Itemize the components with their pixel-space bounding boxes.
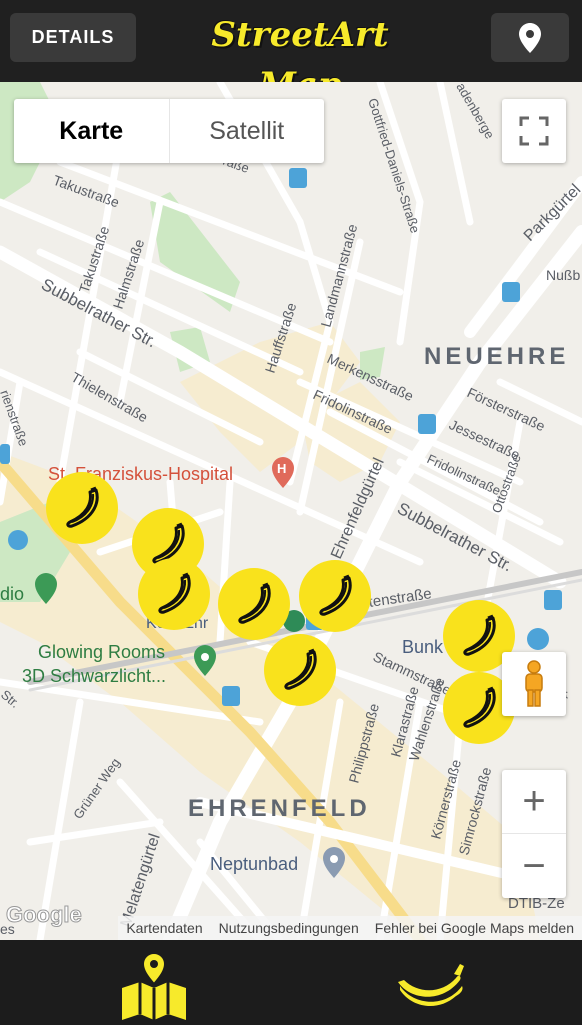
nav-banana-button[interactable] (390, 954, 470, 1014)
map-view[interactable]: Takustraße Takustraße Halmstraße Subbelr… (0, 82, 582, 940)
poi-label: dio (0, 584, 24, 604)
banana-icon (463, 686, 496, 728)
poi-label: Glowing Rooms (38, 642, 165, 662)
streetart-marker[interactable] (138, 558, 210, 630)
street-label: Thielenstraße (69, 369, 151, 426)
banana-icon (284, 648, 317, 690)
street-label: Str. (0, 687, 23, 711)
banana-icon (319, 574, 352, 616)
street-label: Grüner Weg (70, 755, 123, 821)
attribution-report-link[interactable]: Fehler bei Google Maps melden (366, 916, 582, 940)
map-type-karte-button[interactable]: Karte (14, 99, 170, 163)
poi-label: Bunk (402, 637, 444, 657)
streetart-marker[interactable] (218, 568, 290, 640)
fullscreen-button[interactable] (502, 99, 566, 163)
district-label: NEUEHRE (424, 343, 569, 370)
banana-icon (238, 582, 271, 624)
banana-icon (158, 572, 191, 614)
banana-icon (66, 486, 99, 528)
zoom-control: + − (502, 770, 566, 898)
poi-label: 3D Schwarzlicht... (22, 666, 166, 686)
district-label: EHRENFELD (188, 795, 371, 822)
streetart-marker[interactable] (264, 634, 336, 706)
details-button[interactable]: DETAILS (10, 13, 136, 62)
top-bar: DETAILS StreetArt Map (0, 0, 582, 105)
streetart-marker[interactable] (299, 560, 371, 632)
map-type-control: Karte Satellit (14, 99, 324, 163)
map-attribution: Kartendaten Nutzungsbedingungen Fehler b… (0, 916, 582, 940)
streetart-marker[interactable] (46, 472, 118, 544)
street-view-pegman-button[interactable] (502, 652, 566, 716)
attribution-terms-link[interactable]: Nutzungsbedingungen (210, 916, 367, 940)
app-title: StreetArt Map (211, 15, 389, 105)
museum-icon (527, 628, 549, 650)
poi-label: Neptunbad (210, 854, 298, 874)
bottom-nav-bar (0, 940, 582, 1024)
nav-map-button[interactable] (114, 948, 194, 1020)
street-label: adenberge (453, 82, 497, 141)
pegman-icon (525, 660, 543, 707)
zoom-out-button[interactable]: − (502, 834, 566, 898)
street-label: Melatengürtel (118, 832, 164, 929)
map-type-satellite-button[interactable]: Satellit (170, 99, 325, 163)
fullscreen-icon (519, 116, 549, 146)
zoom-in-button[interactable]: + (502, 770, 566, 834)
playground-icon (8, 530, 28, 550)
svg-text:H: H (277, 461, 286, 476)
locate-button[interactable] (491, 13, 569, 62)
street-label: Nußb (546, 267, 580, 283)
map-pin-icon (519, 22, 541, 53)
banana-icon (463, 614, 496, 656)
attribution-map-data-link[interactable]: Kartendaten (118, 916, 211, 940)
banana-icon (398, 964, 464, 1007)
map-pin-map-icon (122, 952, 186, 1020)
